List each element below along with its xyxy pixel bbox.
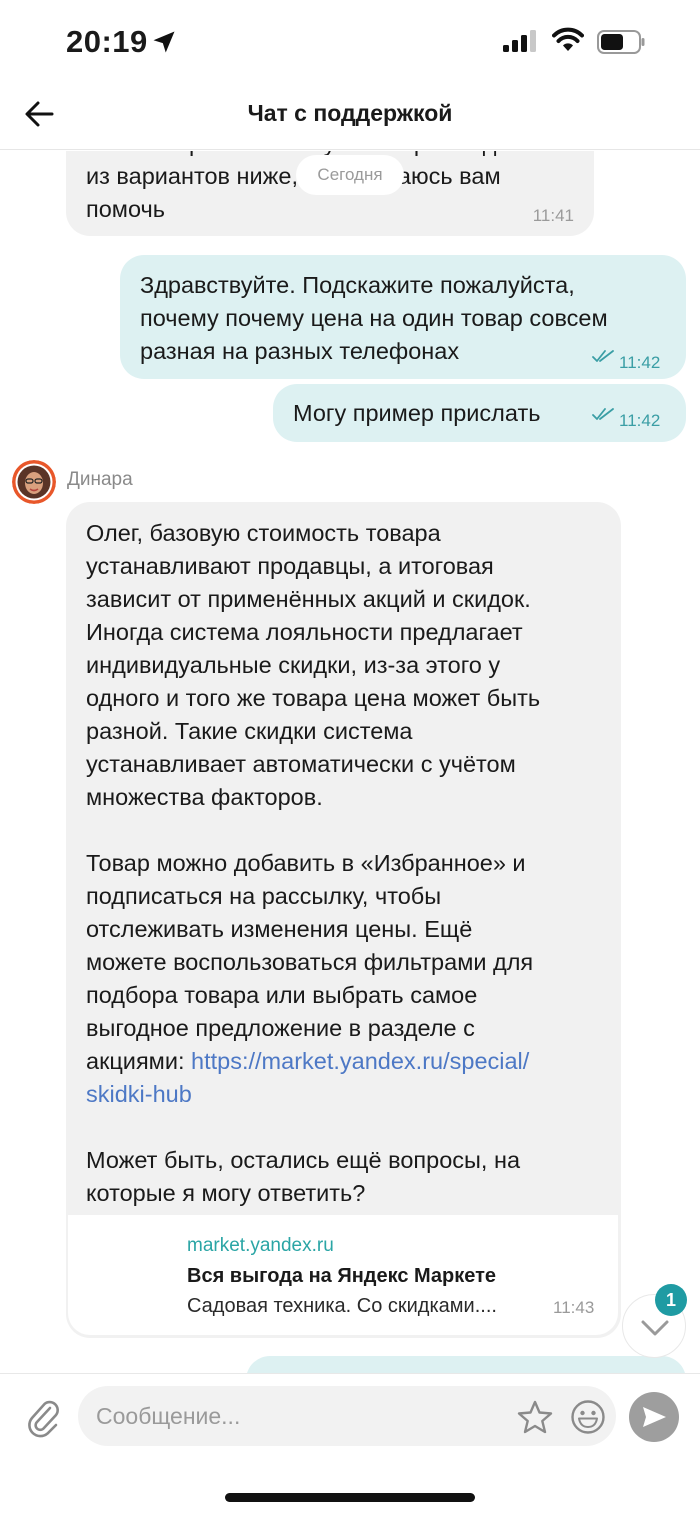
emoji-icon[interactable] — [570, 1399, 606, 1435]
message-text: Здравствуйте. Подскажите пожалуйста, поч… — [140, 272, 608, 364]
preview-domain: market.yandex.ru — [187, 1235, 334, 1256]
paperclip-icon[interactable] — [26, 1398, 62, 1438]
cellular-signal-icon — [503, 30, 536, 52]
message-time: 11:42 — [619, 353, 661, 372]
home-indicator — [225, 1493, 475, 1502]
unread-count-badge: 1 — [655, 1284, 687, 1316]
page-title: Чат с поддержкой — [247, 100, 453, 126]
incoming-message[interactable]: Олег, базовую стоимость товара устанавли… — [66, 502, 621, 1338]
wifi-icon — [552, 27, 584, 51]
status-bar: 20:19 — [0, 0, 700, 88]
send-arrow-icon — [643, 1407, 666, 1427]
message-text: Олег, базовую стоимость товара устанавли… — [86, 520, 541, 1206]
read-checkmarks-icon — [592, 350, 614, 362]
preview-title: Вся выгода на Яндекс Маркете — [187, 1265, 497, 1287]
message-time: 11:43 — [553, 1298, 595, 1317]
send-button[interactable] — [629, 1392, 679, 1442]
chat-header: Чат с поддержкой — [0, 88, 700, 150]
message-time: 11:41 — [532, 206, 574, 225]
star-icon[interactable] — [517, 1400, 553, 1434]
message-time: 11:42 — [619, 411, 661, 430]
read-checkmarks-icon — [592, 408, 614, 420]
status-time: 20:19 — [66, 24, 148, 59]
sender-name: Динара — [67, 469, 133, 490]
message-text: Могу пример прислать — [293, 400, 541, 426]
message-link[interactable]: skidki-hub — [86, 1078, 540, 1111]
link-preview-card[interactable]: market.yandex.ru Вся выгода на Яндекс Ма… — [68, 1215, 618, 1335]
location-arrow-icon — [153, 31, 175, 53]
date-separator: Сегодня — [296, 155, 404, 195]
outgoing-message[interactable]: Могу пример прислать 11:42 — [273, 384, 686, 442]
preview-description: Садовая техника. Со скидками.... — [187, 1295, 497, 1317]
chat-messages[interactable]: У вас вопрос по заказу? Выберите один из… — [0, 151, 700, 1373]
outgoing-message[interactable] — [246, 1356, 686, 1373]
avatar[interactable] — [12, 460, 56, 504]
message-link[interactable]: https://market.yandex.ru/special/ — [191, 1048, 529, 1074]
battery-icon — [597, 30, 645, 54]
message-composer — [0, 1373, 700, 1514]
outgoing-message[interactable]: Здравствуйте. Подскажите пожалуйста, поч… — [120, 255, 686, 379]
